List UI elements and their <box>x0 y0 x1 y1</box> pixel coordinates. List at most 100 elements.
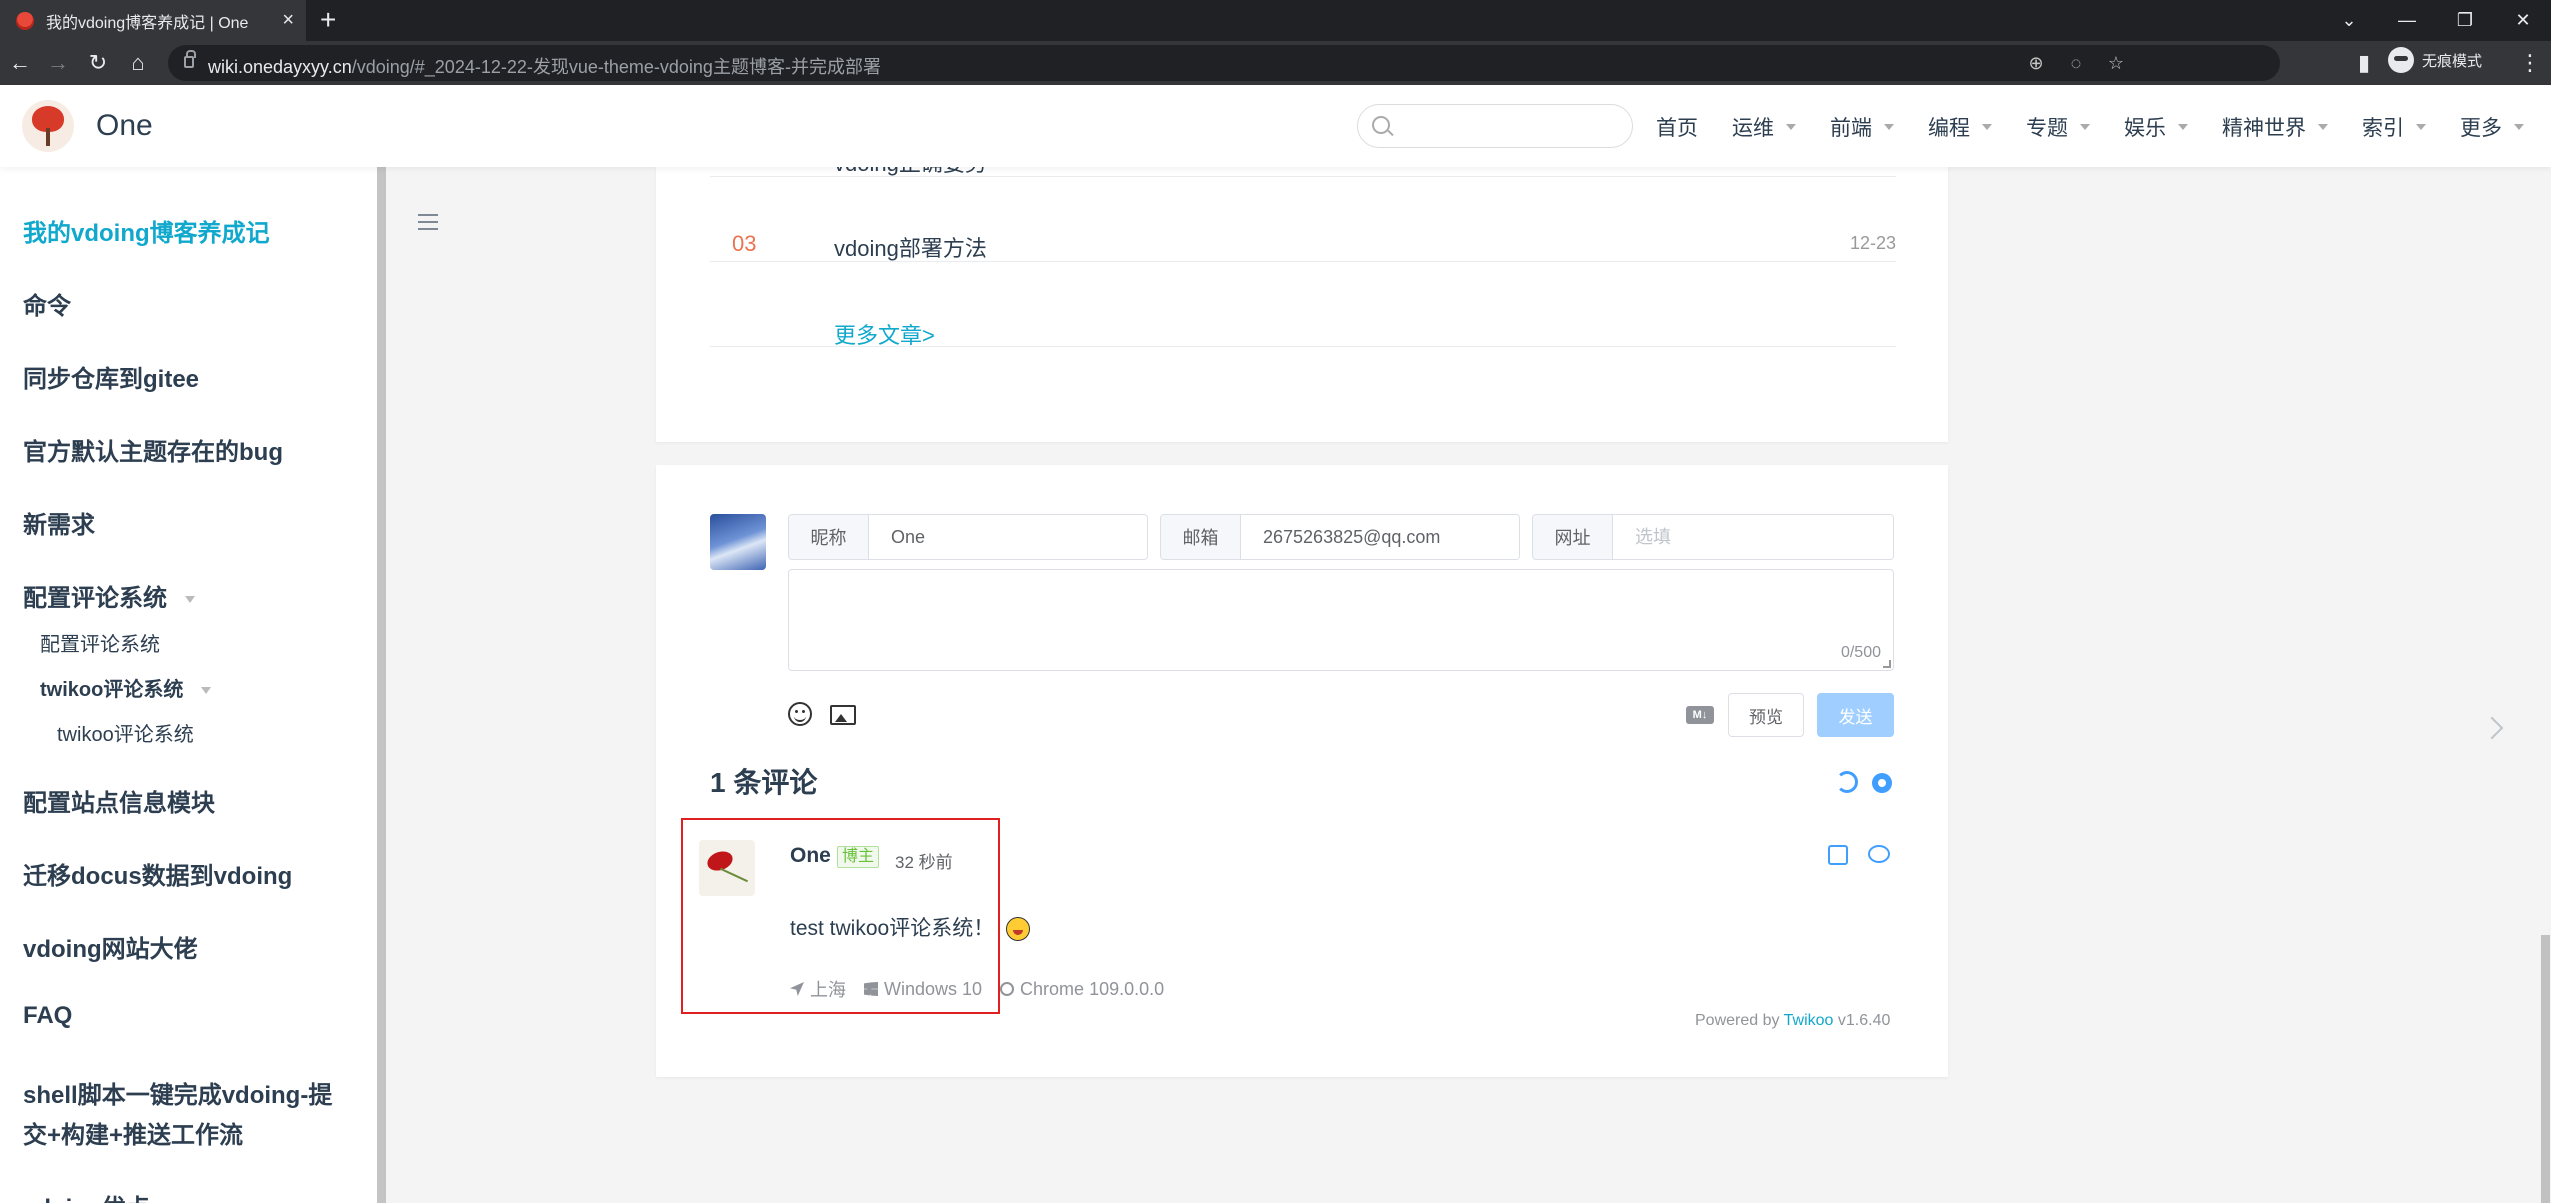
site-title[interactable]: One <box>96 109 153 143</box>
nav-item-home[interactable]: 首页 <box>1656 112 1698 142</box>
restore-icon[interactable]: ❐ <box>2436 0 2494 41</box>
sidebar-item-faq[interactable]: FAQ <box>23 1002 72 1030</box>
eye-off-icon[interactable]: ◌ <box>2064 51 2088 75</box>
chevron-down-icon <box>1884 124 1894 130</box>
row-title[interactable]: vdoing部署方法 <box>834 231 987 263</box>
url-label: 网址 <box>1533 515 1613 559</box>
home-icon[interactable]: ⌂ <box>124 49 152 77</box>
list-item[interactable]: 03 vdoing部署方法 12-23 <box>710 177 1896 262</box>
comment-meta: 上海 Windows 10 Chrome 109.0.0.0 <box>790 976 1182 1002</box>
comment-location: 上海 <box>810 980 846 1000</box>
sidebar-subitem-comment-config[interactable]: 配置评论系统 <box>40 628 160 657</box>
new-tab-icon[interactable]: + <box>320 6 336 34</box>
gear-icon[interactable] <box>1872 773 1892 793</box>
incognito-profile[interactable]: 无痕模式 <box>2388 47 2482 73</box>
nav-item-entertainment[interactable]: 娱乐 <box>2124 112 2188 142</box>
sidebar-scrollbar[interactable] <box>377 167 386 1203</box>
tab-close-icon[interactable]: × <box>282 10 294 30</box>
comment-browser: Chrome 109.0.0.0 <box>1020 978 1165 999</box>
sidepanel-icon[interactable]: ▮ <box>2350 49 2378 77</box>
sidebar-item-shell-script[interactable]: shell脚本一键完成vdoing-提 <box>23 1075 332 1110</box>
site-navbar: One 首页 运维 前端 编程 专题 娱乐 精神世界 索引 更多 <box>0 85 2551 167</box>
sidebar-item-experts[interactable]: vdoing网站大佬 <box>23 929 198 964</box>
author-badge: 博主 <box>837 846 880 868</box>
comment-textarea[interactable]: 0/500 <box>788 569 1894 671</box>
comment-count-title: 1 条评论 <box>710 767 818 798</box>
comment-time: 32 秒前 <box>895 853 953 872</box>
sidebar-subsubitem-twikoo[interactable]: twikoo评论系统 <box>57 718 194 747</box>
sidebar-item-blog[interactable]: 我的vdoing博客养成记 <box>23 213 270 248</box>
sidebar-item-migrate[interactable]: 迁移docus数据到vdoing <box>23 856 292 891</box>
mail-input[interactable] <box>1241 515 1519 559</box>
nav-item-topics[interactable]: 专题 <box>2026 112 2090 142</box>
mail-field: 邮箱 <box>1160 514 1520 560</box>
incognito-icon <box>2388 47 2414 73</box>
sidebar-item-new-needs[interactable]: 新需求 <box>23 505 95 540</box>
mail-label: 邮箱 <box>1161 515 1241 559</box>
sidebar-item-bugs[interactable]: 官方默认主题存在的bug <box>23 432 283 467</box>
forward-icon[interactable]: → <box>44 49 72 77</box>
nav-item-more[interactable]: 更多 <box>2460 112 2524 142</box>
address-bar[interactable]: wiki.onedayxyy.cn/vdoing/#_2024-12-22-发现… <box>168 45 2280 81</box>
chevron-down-icon <box>2514 124 2524 130</box>
location-icon <box>790 982 804 996</box>
menu-toggle-icon[interactable] <box>418 214 438 230</box>
tab-search-icon[interactable]: ⌄ <box>2320 0 2378 41</box>
twikoo-link[interactable]: Twikoo <box>1784 1012 1834 1029</box>
comment-card: 昵称 邮箱 网址 0/500 M↓ 预览 发送 1 条评论 One 博主 32 … <box>656 465 1948 1077</box>
nick-input[interactable] <box>869 515 1147 559</box>
emoji-icon[interactable] <box>788 702 812 726</box>
chevron-down-icon <box>201 687 212 695</box>
resize-handle[interactable] <box>1883 660 1891 668</box>
windows-icon <box>864 982 878 996</box>
sidebar-subitem-twikoo[interactable]: twikoo评论系统 <box>40 673 212 702</box>
chevron-down-icon <box>2178 124 2188 130</box>
next-page-arrow-icon[interactable] <box>2480 716 2504 740</box>
chevron-down-icon <box>1982 124 1992 130</box>
back-icon[interactable]: ← <box>6 49 34 77</box>
sidebar-item-advantages[interactable]: vdoing优点 <box>23 1188 150 1203</box>
avatar <box>699 840 755 896</box>
reload-icon[interactable]: ↻ <box>84 49 112 77</box>
nick-field: 昵称 <box>788 514 1148 560</box>
close-window-icon[interactable]: ✕ <box>2494 0 2551 41</box>
browser-tab[interactable]: 我的vdoing博客养成记 | One × <box>0 0 306 41</box>
sidebar-item-shell-script-cont[interactable]: 交+构建+推送工作流 <box>23 1115 243 1150</box>
char-counter: 0/500 <box>1840 644 1881 661</box>
site-logo[interactable] <box>22 100 74 152</box>
favicon-icon <box>16 11 34 30</box>
bookmark-star-icon[interactable]: ☆ <box>2104 51 2128 75</box>
image-upload-icon[interactable] <box>830 705 856 725</box>
related-articles-card: 02 vdoing正确姿势 12-23 03 vdoing部署方法 12-23 … <box>656 120 1948 442</box>
row-date: 12-23 <box>1849 233 1896 253</box>
nav-item-frontend[interactable]: 前端 <box>1830 112 1894 142</box>
more-articles-link[interactable]: 更多文章> <box>834 318 935 350</box>
like-icon[interactable] <box>1828 845 1848 865</box>
nav-item-index[interactable]: 索引 <box>2362 112 2426 142</box>
refresh-icon[interactable] <box>1836 771 1858 793</box>
menu-dots-icon[interactable]: ⋮ <box>2516 49 2544 77</box>
avatar <box>710 514 766 570</box>
reply-icon[interactable] <box>1868 845 1890 863</box>
search-input[interactable] <box>1357 104 1633 148</box>
markdown-icon[interactable]: M↓ <box>1686 706 1714 724</box>
sidebar-item-comment-system[interactable]: 配置评论系统 <box>23 578 195 613</box>
nick-label: 昵称 <box>789 515 869 559</box>
chevron-down-icon <box>2080 124 2090 130</box>
nav-item-spirit[interactable]: 精神世界 <box>2222 112 2328 142</box>
nav-item-programming[interactable]: 编程 <box>1928 112 1992 142</box>
url-input[interactable] <box>1613 515 1893 559</box>
send-button[interactable]: 发送 <box>1817 693 1894 737</box>
minimize-icon[interactable]: — <box>2378 0 2436 41</box>
page-scrollbar[interactable] <box>2541 935 2550 1203</box>
sidebar-item-sync-gitee[interactable]: 同步仓库到gitee <box>23 359 199 394</box>
sidebar-item-commands[interactable]: 命令 <box>23 286 71 321</box>
url-text[interactable]: wiki.onedayxyy.cn/vdoing/#_2024-12-22-发现… <box>208 53 881 79</box>
comment-author[interactable]: One <box>790 844 831 868</box>
preview-button[interactable]: 预览 <box>1728 693 1804 737</box>
sidebar-item-site-info[interactable]: 配置站点信息模块 <box>23 783 215 818</box>
lock-icon[interactable] <box>184 50 196 68</box>
zoom-icon[interactable]: ⊕ <box>2024 51 2048 75</box>
nav-item-ops[interactable]: 运维 <box>1732 112 1796 142</box>
nav-menu: 首页 运维 前端 编程 专题 娱乐 精神世界 索引 更多 <box>1656 112 2551 142</box>
